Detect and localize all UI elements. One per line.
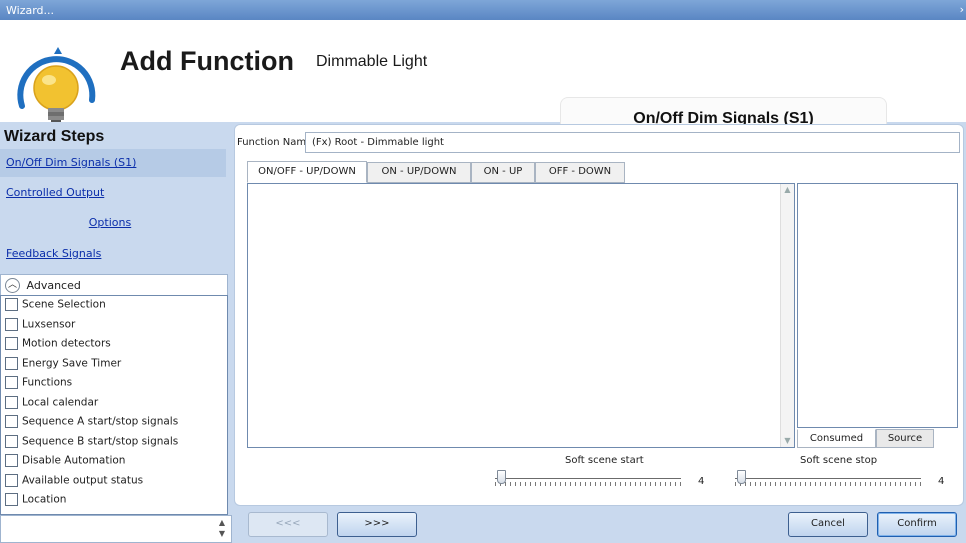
checkbox-icon[interactable] xyxy=(5,356,18,370)
slider-track xyxy=(735,478,921,479)
checkbox-label: Location xyxy=(22,493,67,506)
slider-thumb[interactable] xyxy=(497,470,506,484)
tab-off-down[interactable]: OFF - DOWN xyxy=(535,162,625,183)
window-title: Wizard... xyxy=(6,4,55,17)
checkbox-icon[interactable] xyxy=(5,493,18,506)
checkbox-available-output-status[interactable]: Available output status xyxy=(1,472,227,492)
window-titlebar: Wizard... › xyxy=(0,0,966,20)
signals-list-panel[interactable]: ▲ ▼ xyxy=(247,183,795,448)
checkbox-icon[interactable] xyxy=(5,434,18,448)
checkbox-label: Available output status xyxy=(22,474,144,486)
soft-scene-stop-label: Soft scene stop xyxy=(800,455,878,466)
checkbox-icon[interactable] xyxy=(5,376,18,389)
checkbox-luxsensor[interactable]: Luxsensor xyxy=(1,316,227,336)
confirm-button[interactable]: Confirm xyxy=(877,512,957,537)
checkbox-label: Local calendar xyxy=(22,396,99,408)
advanced-toggle[interactable]: ︿ Advanced xyxy=(0,274,228,295)
checkbox-label: Sequence B start/stop signals xyxy=(22,435,179,447)
tab-on-up[interactable]: ON - UP xyxy=(471,162,535,183)
function-name-label: Function Name: xyxy=(237,137,316,148)
soft-scene-start-slider[interactable]: 4 xyxy=(491,470,704,492)
checkbox-motion-detectors[interactable]: Motion detectors xyxy=(1,335,227,355)
function-name-input[interactable] xyxy=(305,132,960,153)
step-feedback-signals[interactable]: Feedback Signals xyxy=(0,240,226,268)
soft-scene-start-value: 4 xyxy=(698,476,705,487)
advanced-options-list: Scene Selection Luxsensor Motion detecto… xyxy=(0,295,228,515)
checkbox-label: Functions xyxy=(22,376,73,389)
cancel-button[interactable]: Cancel xyxy=(788,512,868,537)
advanced-label: Advanced xyxy=(26,279,81,292)
slider-thumb[interactable] xyxy=(737,470,746,484)
checkbox-icon[interactable] xyxy=(5,415,18,428)
scroll-down-icon[interactable]: ▼ xyxy=(781,435,794,447)
checkbox-icon[interactable] xyxy=(5,395,18,409)
step-controlled-output[interactable]: Controlled Output xyxy=(0,179,226,207)
checkbox-energy-save-timer[interactable]: Energy Save Timer xyxy=(1,355,227,375)
page-title: Add Function xyxy=(120,46,294,76)
scroll-up-icon[interactable]: ▲ xyxy=(216,517,228,528)
page-subtitle: Dimmable Light xyxy=(316,53,428,70)
checkbox-label: Energy Save Timer xyxy=(22,357,122,369)
checkbox-label: Disable Automation xyxy=(22,454,126,467)
step-content-panel: Function Name: ON/OFF - UP/DOWN ON - UP/… xyxy=(234,124,964,506)
step-options[interactable]: Options xyxy=(0,209,226,237)
checkbox-label: Luxsensor xyxy=(22,318,76,330)
tab-on-off-up-down[interactable]: ON/OFF - UP/DOWN xyxy=(247,161,367,183)
checkbox-icon[interactable] xyxy=(5,473,18,487)
sidebar-bottom-area: ▲ ▼ xyxy=(0,515,232,543)
slider-ticks xyxy=(735,482,921,486)
chevron-up-icon[interactable]: ︿ xyxy=(5,278,20,293)
checkbox-scene-selection[interactable]: Scene Selection xyxy=(1,296,227,316)
step-on-off-dim-signals[interactable]: On/Off Dim Signals (S1) xyxy=(0,149,226,177)
checkbox-disable-automation[interactable]: Disable Automation xyxy=(1,452,227,472)
wizard-header: Add Function Dimmable Light On/Off Dim S… xyxy=(0,20,966,142)
soft-scene-stop-slider[interactable]: 4 xyxy=(731,470,944,492)
tab-consumed[interactable]: Consumed xyxy=(797,429,876,448)
scroll-down-icon[interactable]: ▼ xyxy=(216,528,228,539)
checkbox-label: Motion detectors xyxy=(22,337,111,350)
checkbox-label: Sequence A start/stop signals xyxy=(22,415,179,428)
checkbox-icon[interactable] xyxy=(5,454,18,467)
chevron-right-icon[interactable]: › xyxy=(960,3,964,16)
signals-list-scrollbar[interactable]: ▲ ▼ xyxy=(780,184,794,447)
tab-on-up-down[interactable]: ON - UP/DOWN xyxy=(367,162,471,183)
next-button[interactable]: >>> xyxy=(337,512,417,537)
wizard-steps-sidebar: Wizard Steps On/Off Dim Signals (S1) Con… xyxy=(0,122,232,543)
checkbox-icon[interactable] xyxy=(5,337,18,350)
checkbox-icon[interactable] xyxy=(5,298,18,311)
checkbox-sequence-b[interactable]: Sequence B start/stop signals xyxy=(1,433,227,453)
source-list-panel[interactable] xyxy=(797,183,958,428)
soft-scene-start-label: Soft scene start xyxy=(565,455,644,466)
sidebar-scrollbar[interactable]: ▲ ▼ xyxy=(216,517,228,541)
slider-track xyxy=(495,478,681,479)
previous-button[interactable]: <<< xyxy=(248,512,328,537)
checkbox-location[interactable]: Location xyxy=(1,491,227,511)
checkbox-functions[interactable]: Functions xyxy=(1,374,227,394)
tab-source[interactable]: Source xyxy=(876,429,934,448)
checkbox-icon[interactable] xyxy=(5,317,18,331)
scroll-up-icon[interactable]: ▲ xyxy=(781,184,794,196)
wizard-steps-heading: Wizard Steps xyxy=(4,128,105,145)
checkbox-local-calendar[interactable]: Local calendar xyxy=(1,394,227,414)
slider-ticks xyxy=(495,482,681,486)
soft-scene-stop-value: 4 xyxy=(938,476,945,487)
checkbox-sequence-a[interactable]: Sequence A start/stop signals xyxy=(1,413,227,433)
checkbox-label: Scene Selection xyxy=(22,298,106,311)
